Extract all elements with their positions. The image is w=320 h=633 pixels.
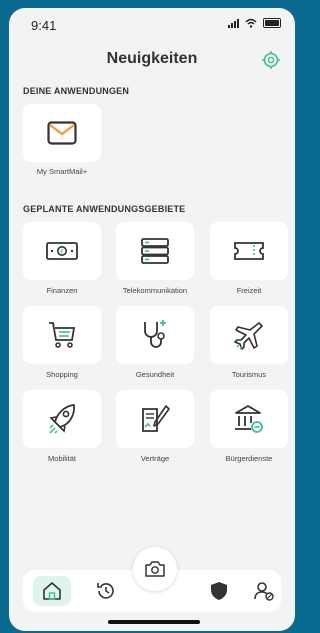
contract-icon [142, 405, 170, 432]
tile-label: Bürgerdienste [225, 454, 273, 463]
camera-button[interactable] [133, 547, 177, 591]
airplane-icon [234, 322, 263, 350]
page-title: Neuigkeiten [106, 50, 198, 67]
signal-icon [228, 18, 239, 28]
section-title-apps: DEINE ANWENDUNGEN [23, 86, 130, 96]
tile-gesundheit[interactable] [116, 306, 194, 364]
section-title-planned: GEPLANTE ANWENDUNGSGEBIETE [23, 204, 186, 214]
tab-home[interactable] [33, 576, 71, 606]
history-icon [97, 583, 114, 599]
user-settings-icon [254, 582, 274, 601]
status-time: 9:41 [31, 18, 57, 33]
gear-icon[interactable] [261, 50, 281, 70]
tile-buergerdienste[interactable] [210, 390, 288, 448]
server-icon [141, 238, 169, 264]
wifi-icon [245, 18, 257, 28]
tile-freizeit[interactable] [210, 222, 288, 280]
tile-label: Freizeit [236, 286, 262, 295]
battery-icon [263, 18, 281, 28]
tile-label: Mobilität [48, 454, 76, 463]
tab-history[interactable] [91, 576, 121, 606]
home-indicator [108, 620, 200, 624]
tile-telekommunikation[interactable] [116, 222, 194, 280]
tile-shopping[interactable] [23, 306, 101, 364]
tile-label: Finanzen [46, 286, 78, 295]
stethoscope-icon [144, 320, 166, 348]
tile-label: Telekommunikation [122, 286, 188, 295]
tile-label: Tourismus [231, 370, 267, 379]
app-tile-label: My SmartMail+ [36, 167, 88, 176]
tile-mobilitaet[interactable] [23, 390, 101, 448]
tile-vertraege[interactable] [116, 390, 194, 448]
mail-icon [47, 121, 77, 145]
tab-security[interactable] [204, 576, 234, 606]
government-icon [235, 405, 263, 433]
status-bar: 9:41 [9, 8, 295, 42]
system-icons [228, 18, 281, 28]
tile-label: Gesundheit [135, 370, 175, 379]
phone-screen: 9:41 Neuigkeiten DEINE ANWENDUNGEN My Sm… [9, 8, 295, 631]
camera-icon [145, 561, 165, 577]
tile-label: Shopping [46, 370, 78, 379]
ticket-icon [234, 242, 264, 260]
tile-label: Verträge [140, 454, 170, 463]
shield-icon [211, 582, 227, 600]
tile-tourismus[interactable] [210, 306, 288, 364]
app-tile-smartmail[interactable] [23, 104, 101, 162]
rocket-icon [49, 404, 75, 434]
tab-profile[interactable] [249, 576, 279, 606]
money-icon: € [46, 242, 78, 260]
cart-icon [49, 322, 76, 348]
tile-finanzen[interactable]: € [23, 222, 101, 280]
home-icon [43, 582, 61, 600]
